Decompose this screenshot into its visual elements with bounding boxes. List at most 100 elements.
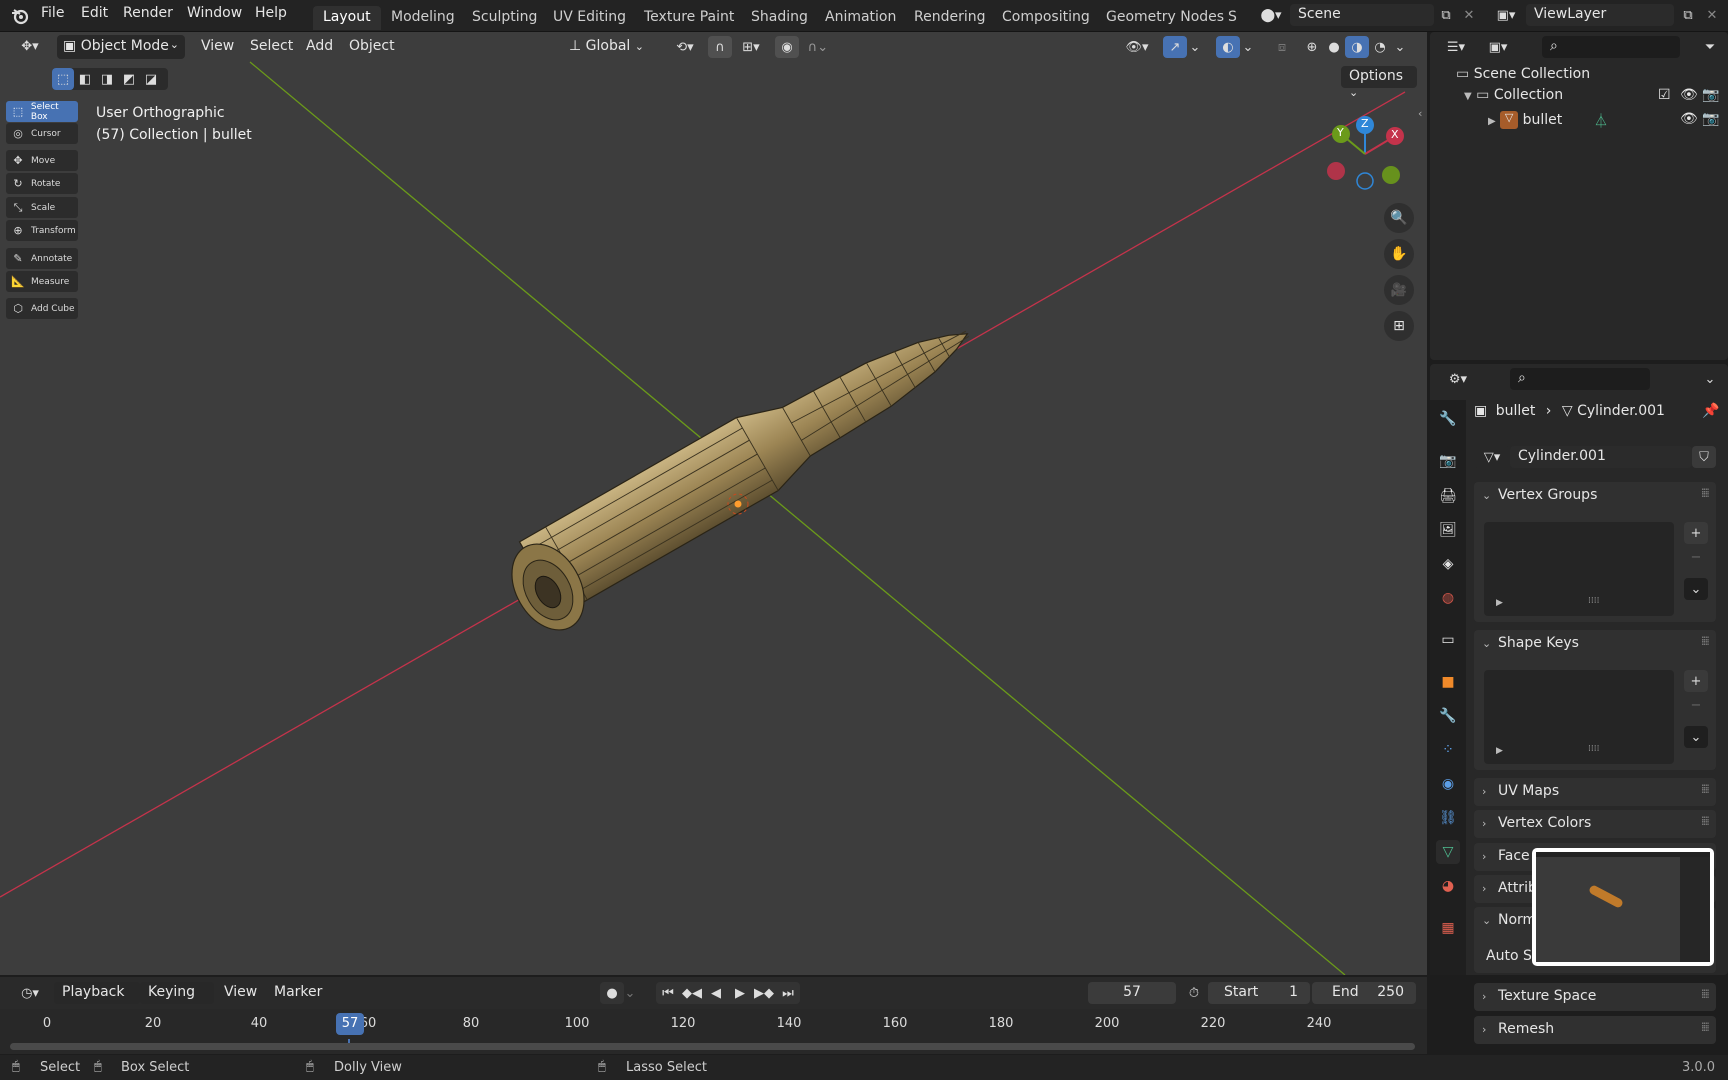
tool-add-cube[interactable]: ⬡ Add Cube	[6, 298, 78, 319]
viewport-menu-add[interactable]: Add	[306, 38, 333, 54]
proportional-edit-icon[interactable]: ◉	[775, 36, 799, 58]
render-tab-icon[interactable]: 📷	[1436, 449, 1460, 473]
timeline-menu-marker[interactable]: Marker	[274, 984, 322, 1000]
jump-to-keyframe-forward-icon[interactable]: ▶◆	[752, 982, 776, 1004]
rendered-shading-icon[interactable]: ◔	[1368, 36, 1392, 58]
scene-name-field[interactable]: Scene	[1290, 4, 1434, 26]
outliner[interactable]: ☰▾ ▣▾ ⌕ ⏷ ▭ Scene Collection ▼ ▭ Collect…	[1430, 32, 1728, 360]
scene-tab-icon[interactable]: ◈	[1436, 552, 1460, 576]
vertex-group-specials-icon[interactable]: ⌄	[1684, 578, 1708, 600]
transform-orientation-dropdown[interactable]: ⊥ Global ⌄	[563, 35, 657, 59]
tab-uv-editing[interactable]: UV Editing	[543, 6, 636, 30]
uv-maps-header[interactable]: › UV Maps ⁞⁞⁞⁞	[1474, 778, 1716, 806]
keying-dropdown[interactable]: Keying ⌄	[140, 982, 214, 1015]
select-extend-icon[interactable]: ◧	[74, 68, 96, 90]
particles-tab-icon[interactable]: ⁘	[1436, 738, 1460, 762]
delete-scene-icon[interactable]: ✕	[1457, 4, 1481, 26]
falloff-icon[interactable]: ∩⌄	[801, 36, 835, 58]
texture-tab-icon[interactable]: ▦	[1436, 916, 1460, 940]
wireframe-shading-icon[interactable]: ⊕	[1300, 36, 1324, 58]
outliner-search-input[interactable]: ⌕	[1542, 36, 1680, 58]
display-mode-icon[interactable]: ▣▾	[1480, 36, 1516, 58]
camera-view-icon[interactable]: 🎥	[1384, 275, 1414, 305]
vertex-colors-header[interactable]: › Vertex Colors ⁞⁞⁞⁞	[1474, 810, 1716, 838]
timeline-scrollbar[interactable]	[10, 1043, 1415, 1050]
tab-rendering[interactable]: Rendering	[904, 6, 996, 30]
tab-geometry-nodes[interactable]: Geometry Nodes	[1096, 6, 1234, 30]
constraints-tab-icon[interactable]: ⛓	[1436, 806, 1460, 830]
add-vertex-group-icon[interactable]: +	[1684, 522, 1708, 544]
drag-grip-icon[interactable]: ⁞⁞⁞⁞	[1701, 634, 1710, 648]
tool-annotate[interactable]: ✎ Annotate	[6, 248, 78, 269]
tool-move[interactable]: ✥ Move	[6, 150, 78, 171]
timeline-menu-view[interactable]: View	[224, 984, 257, 1000]
menu-window[interactable]: Window	[187, 5, 242, 21]
menu-file[interactable]: File	[41, 5, 64, 21]
auto-smooth-label[interactable]: Auto S	[1486, 948, 1532, 964]
material-preview-shading-icon[interactable]: ◑	[1345, 36, 1369, 58]
menu-edit[interactable]: Edit	[81, 5, 108, 21]
pan-hand-icon[interactable]: ✋	[1384, 239, 1414, 269]
delete-viewlayer-icon[interactable]: ✕	[1700, 4, 1724, 26]
pin-icon[interactable]: 📌	[1702, 403, 1719, 419]
filter-icon[interactable]: ⏷	[1698, 36, 1722, 58]
viewport-menu-select[interactable]: Select	[250, 38, 293, 54]
timeline-editor-type-icon[interactable]: ◷▾	[12, 982, 48, 1004]
select-subtract-icon[interactable]: ◨	[96, 68, 118, 90]
list-resize-grip-icon[interactable]: ⁞⁞⁞⁞	[1588, 744, 1599, 754]
tab-texture-paint[interactable]: Texture Paint	[634, 6, 744, 30]
drag-grip-icon[interactable]: ⁞⁞⁞⁞	[1701, 782, 1710, 796]
end-frame-field[interactable]: End 250	[1312, 982, 1416, 1004]
tab-sculpting[interactable]: Sculpting	[462, 6, 547, 30]
render-camera-icon[interactable]: 📷	[1702, 87, 1719, 103]
fake-user-shield-icon[interactable]: ⛉	[1692, 446, 1716, 468]
record-keyframe-icon[interactable]: ●	[600, 982, 624, 1004]
bullet-object-row[interactable]: ▶ ▽ bullet ⏃ 👁 📷	[1438, 111, 1719, 133]
modifiers-tab-icon[interactable]: 🔧	[1436, 704, 1460, 728]
drag-grip-icon[interactable]: ⁞⁞⁞⁞	[1701, 486, 1710, 500]
pivot-point-icon[interactable]: ⟲▾	[668, 36, 702, 58]
snap-target-icon[interactable]: ⊞▾	[733, 36, 769, 58]
add-shape-key-icon[interactable]: +	[1684, 670, 1708, 692]
screenshot-thumbnail[interactable]	[1532, 848, 1714, 966]
editor-type-icon[interactable]: ✥▾	[12, 35, 48, 57]
new-viewlayer-icon[interactable]: ⧉	[1676, 4, 1700, 26]
stopwatch-icon[interactable]: ⏱	[1182, 982, 1206, 1004]
xray-toggle-icon[interactable]: ⧈	[1270, 36, 1294, 58]
outliner-editor-type-icon[interactable]: ☰▾	[1438, 36, 1474, 58]
properties-search-input[interactable]: ⌕	[1510, 368, 1650, 390]
remove-vertex-group-icon[interactable]: −	[1684, 546, 1708, 568]
collection-tab-icon[interactable]: ▭	[1436, 628, 1460, 652]
visibility-icon[interactable]: 👁▾	[1118, 36, 1156, 58]
select-intersect-icon[interactable]: ◪	[140, 68, 162, 90]
menu-render[interactable]: Render	[123, 5, 173, 21]
render-camera-icon[interactable]: 📷	[1702, 111, 1719, 127]
drag-grip-icon[interactable]: ⁞⁞⁞⁞	[1701, 987, 1710, 1001]
shading-dropdown-icon[interactable]: ⌄	[1392, 36, 1408, 58]
viewport-menu-object[interactable]: Object	[349, 38, 395, 54]
list-expand-icon[interactable]: ▶	[1496, 746, 1503, 756]
expand-arrow-icon[interactable]: ▶	[1488, 116, 1496, 127]
tool-measure[interactable]: 📐 Measure	[6, 271, 78, 292]
tab-animation[interactable]: Animation	[815, 6, 906, 30]
select-invert-icon[interactable]: ◩	[118, 68, 140, 90]
list-resize-grip-icon[interactable]: ⁞⁞⁞⁞	[1588, 596, 1599, 606]
gizmo-dropdown-icon[interactable]: ⌄	[1187, 36, 1203, 58]
new-scene-icon[interactable]: ⧉	[1434, 4, 1458, 26]
material-tab-icon[interactable]: ◕	[1436, 874, 1460, 898]
properties-editor-type-icon[interactable]: ⚙▾	[1440, 368, 1476, 390]
options-dropdown[interactable]: Options ⌄	[1341, 66, 1417, 99]
shape-key-specials-icon[interactable]: ⌄	[1684, 726, 1708, 748]
tool-scale[interactable]: ⤡ Scale	[6, 197, 78, 218]
sidebar-toggle-icon[interactable]: ‹	[1418, 107, 1426, 120]
menu-help[interactable]: Help	[255, 5, 287, 21]
mesh-name-field[interactable]: Cylinder.001	[1510, 446, 1692, 468]
scene-browse-icon[interactable]: ⬤▾	[1255, 4, 1287, 26]
overlays-toggle-icon[interactable]: ◐	[1216, 36, 1240, 58]
jump-to-end-icon[interactable]: ⏭	[776, 982, 800, 1004]
tab-compositing[interactable]: Compositing	[992, 6, 1100, 30]
current-frame-field[interactable]: 57	[1088, 982, 1176, 1004]
shape-keys-list[interactable]: ▶ ⁞⁞⁞⁞	[1484, 670, 1674, 764]
world-tab-icon[interactable]: ◍	[1436, 586, 1460, 610]
mode-dropdown[interactable]: ▣ Object Mode ⌄	[57, 35, 185, 59]
